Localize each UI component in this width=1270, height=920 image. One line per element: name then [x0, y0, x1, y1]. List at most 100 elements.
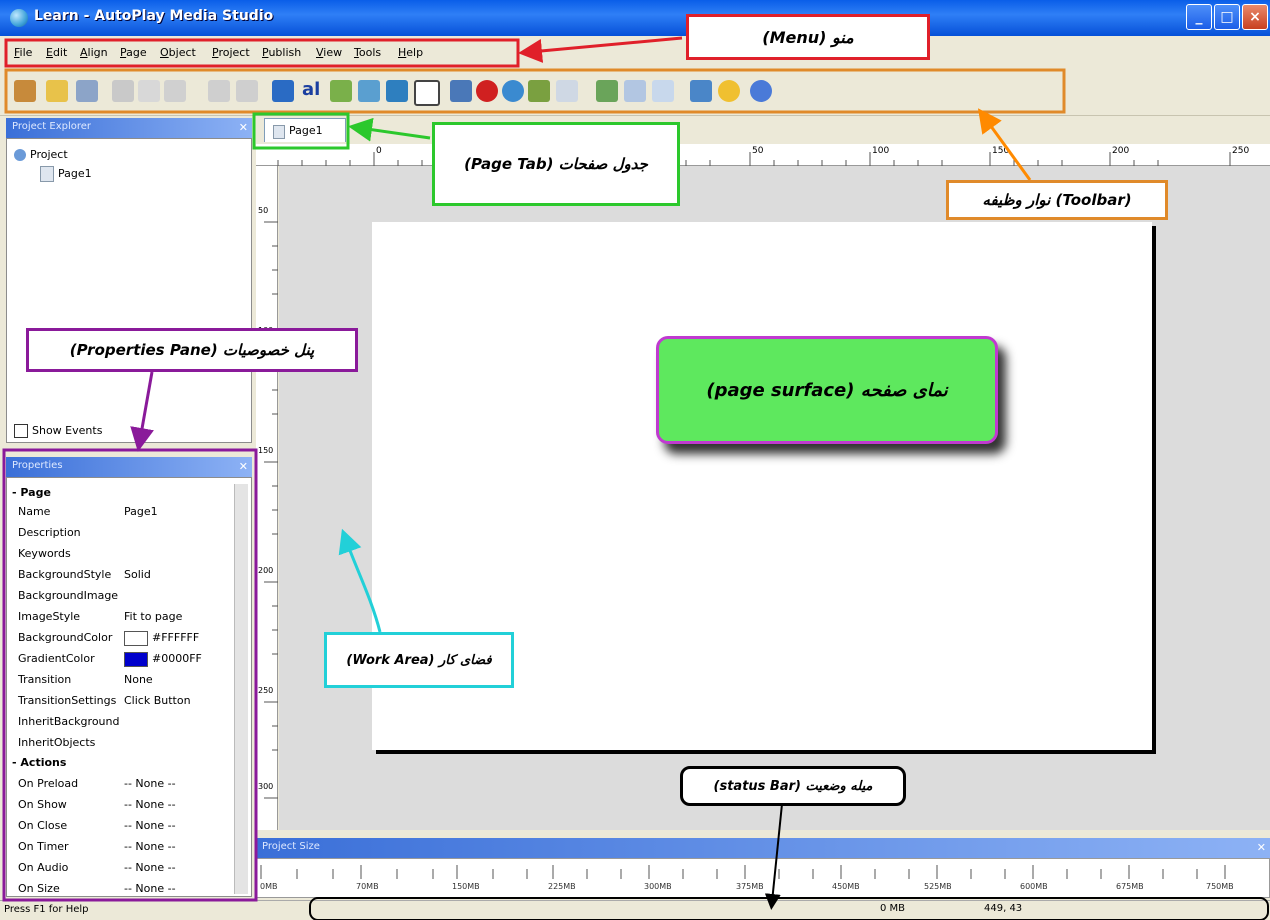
- panel-close-icon[interactable]: ✕: [239, 458, 248, 476]
- menu-edit[interactable]: Edit: [46, 46, 67, 59]
- publish-icon[interactable]: [690, 80, 712, 102]
- callout-status-bar: (status Bar) میله وضعیت: [680, 766, 906, 806]
- property-row[interactable]: Transition None: [8, 670, 230, 691]
- copy-icon[interactable]: [138, 80, 160, 102]
- project-size-bar: [256, 858, 1270, 898]
- status-size: 0 MB: [880, 903, 906, 914]
- rectangle-object-icon[interactable]: [414, 80, 440, 106]
- menu-page[interactable]: Page: [120, 46, 147, 59]
- size-label: 375MB: [736, 882, 764, 891]
- web-object-icon[interactable]: [476, 80, 498, 102]
- property-row[interactable]: TransitionSettings Click Button: [8, 691, 230, 712]
- project-size-title: Project Size: [262, 841, 320, 852]
- menu-publish[interactable]: Publish: [262, 46, 301, 59]
- menu-view[interactable]: View: [316, 46, 342, 59]
- cut-icon[interactable]: [112, 80, 134, 102]
- flash-object-icon[interactable]: [386, 80, 408, 102]
- panel-close-icon[interactable]: ✕: [239, 119, 248, 137]
- undo-icon[interactable]: [208, 80, 230, 102]
- project-explorer-title: Project Explorer: [12, 121, 92, 132]
- ruler-label: 100: [872, 146, 890, 156]
- action-row[interactable]: On Size -- None --: [8, 879, 230, 900]
- page-new-icon[interactable]: [596, 80, 618, 102]
- button-object-icon[interactable]: [272, 80, 294, 102]
- ruler-vertical: 50 100 150 200 250 300: [256, 166, 278, 830]
- property-row[interactable]: Description: [8, 523, 230, 544]
- zoom-icon[interactable]: [556, 80, 578, 102]
- size-label: 150MB: [452, 882, 480, 891]
- action-row[interactable]: On Show -- None --: [8, 795, 230, 816]
- app-icon: [10, 9, 28, 27]
- panel-close-icon[interactable]: ✕: [1257, 839, 1266, 857]
- preview-icon[interactable]: [652, 80, 674, 102]
- status-bar: [0, 900, 1270, 920]
- redo-icon[interactable]: [236, 80, 258, 102]
- open-icon[interactable]: [46, 80, 68, 102]
- window-title: Learn - AutoPlay Media Studio: [34, 8, 274, 24]
- tree-object-icon[interactable]: [528, 80, 550, 102]
- property-row[interactable]: Name Page1: [8, 502, 230, 523]
- page-delete-icon[interactable]: [624, 80, 646, 102]
- callout-page-tab: (Page Tab) جدول صفحات: [432, 122, 680, 206]
- property-row[interactable]: BackgroundImage: [8, 586, 230, 607]
- checkbox-icon: [14, 424, 28, 438]
- page-tab-strip: [256, 116, 1270, 144]
- wizard-icon[interactable]: [14, 80, 36, 102]
- project-explorer-header: Project Explorer ✕: [6, 118, 252, 138]
- status-coords: 449, 43: [984, 903, 1023, 914]
- menu-align[interactable]: Align: [80, 46, 108, 59]
- menu-tools[interactable]: Tools: [354, 46, 381, 59]
- size-label: 525MB: [924, 882, 952, 891]
- project-explorer: [6, 138, 252, 443]
- paste-icon[interactable]: [164, 80, 186, 102]
- save-icon[interactable]: [76, 80, 98, 102]
- callout-menu: (Menu) منو: [686, 14, 930, 60]
- action-row[interactable]: On Preload -- None --: [8, 774, 230, 795]
- callout-work-area: (Work Area) فضای کار: [324, 632, 514, 688]
- property-row[interactable]: GradientColor #0000FF: [8, 649, 230, 670]
- video-object-icon[interactable]: [450, 80, 472, 102]
- properties-scrollbar[interactable]: [234, 484, 248, 894]
- property-row[interactable]: BackgroundStyle Solid: [8, 565, 230, 586]
- menu-project[interactable]: Project: [212, 46, 250, 59]
- size-label: 675MB: [1116, 882, 1144, 891]
- tab-page1[interactable]: Page1: [264, 118, 346, 142]
- menu-object[interactable]: Object: [160, 46, 196, 59]
- property-row[interactable]: Keywords: [8, 544, 230, 565]
- size-label: 300MB: [644, 882, 672, 891]
- section-page[interactable]: - Page: [12, 486, 51, 499]
- page-icon: [273, 125, 285, 139]
- close-button[interactable]: ×: [1242, 4, 1268, 30]
- property-row[interactable]: InheritBackground: [8, 712, 230, 733]
- property-row[interactable]: InheritObjects: [8, 733, 230, 754]
- paragraph-object-icon[interactable]: [330, 80, 352, 102]
- tree-item-page1[interactable]: Page1: [40, 166, 92, 182]
- size-label: 0MB: [260, 882, 278, 891]
- menu-file[interactable]: File: [14, 46, 32, 59]
- section-actions[interactable]: - Actions: [12, 756, 66, 769]
- tree-item-project[interactable]: Project: [14, 148, 68, 161]
- ruler-label: 300: [258, 782, 274, 791]
- effects-icon[interactable]: [718, 80, 740, 102]
- property-row[interactable]: BackgroundColor #FFFFFF: [8, 628, 230, 649]
- slideshow-object-icon[interactable]: [502, 80, 524, 102]
- label-object-icon[interactable]: al: [302, 80, 324, 102]
- menu-help[interactable]: Help: [398, 46, 423, 59]
- maximize-button[interactable]: □: [1214, 4, 1240, 30]
- callout-toolbar: نوار وظیفه (Toolbar): [946, 180, 1168, 220]
- show-events-checkbox[interactable]: Show Events: [14, 424, 102, 438]
- action-row[interactable]: On Audio -- None --: [8, 858, 230, 879]
- ruler-label: 50: [752, 146, 764, 156]
- help-icon[interactable]: [750, 80, 772, 102]
- ruler-label: 50: [258, 206, 269, 215]
- action-row[interactable]: On Timer -- None --: [8, 837, 230, 858]
- ruler-label: 200: [258, 566, 274, 575]
- ruler-label: 0: [376, 146, 382, 156]
- minimize-button[interactable]: _: [1186, 4, 1212, 30]
- properties-header: Properties ✕: [6, 457, 252, 477]
- action-row[interactable]: On Close -- None --: [8, 816, 230, 837]
- page-icon: [40, 166, 54, 182]
- property-row[interactable]: ImageStyle Fit to page: [8, 607, 230, 628]
- size-ruler-ticks: [260, 865, 1226, 879]
- image-object-icon[interactable]: [358, 80, 380, 102]
